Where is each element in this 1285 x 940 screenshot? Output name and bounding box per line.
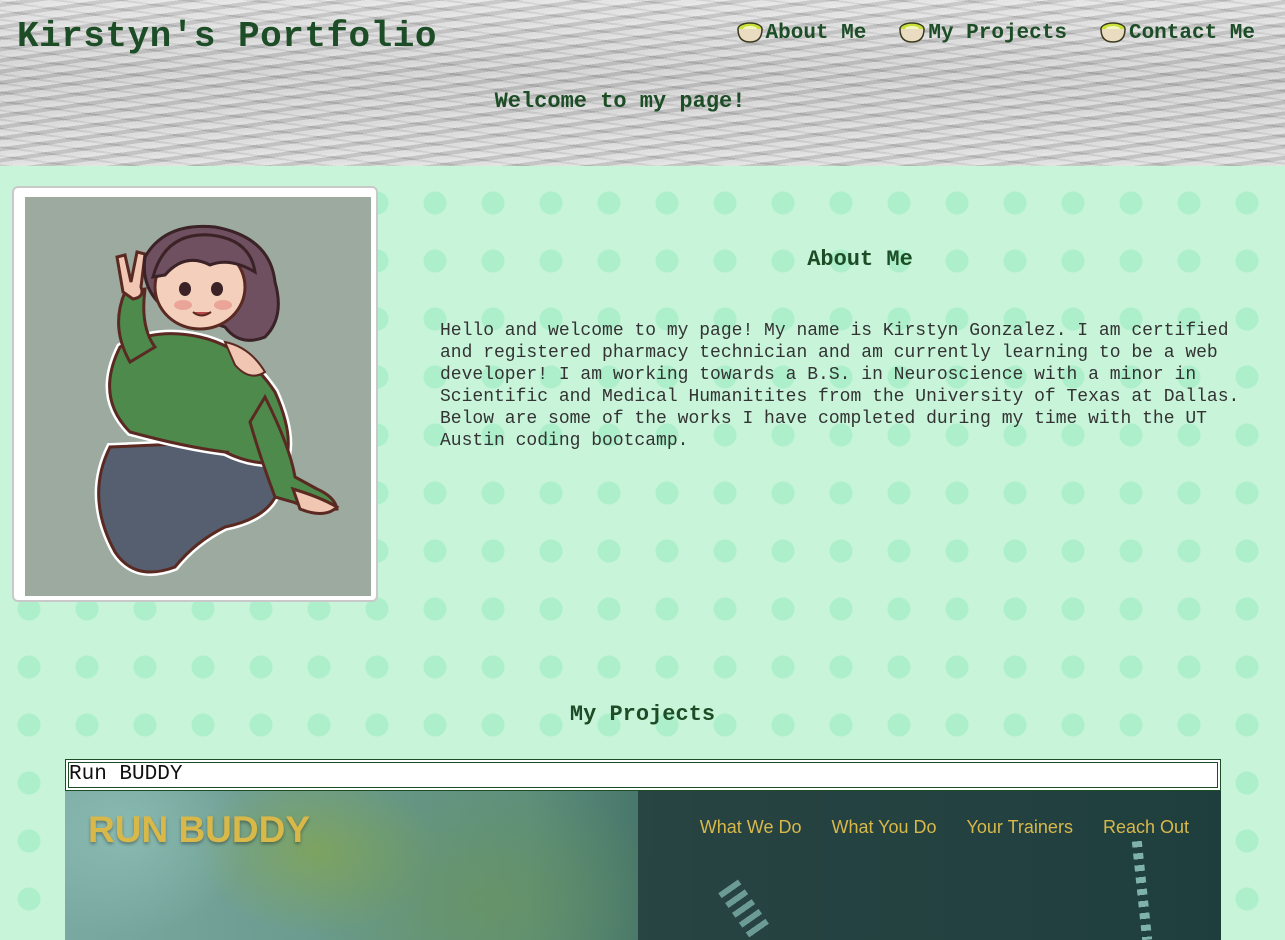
nav-label: Contact Me [1128,21,1255,45]
about-paragraph: Hello and welcome to my page! My name is… [440,321,1240,451]
project-screenshot-run-buddy[interactable]: RUN BUDDY What We Do What You Do Your Tr… [65,791,1221,940]
run-buddy-nav: What We Do What You Do Your Trainers Rea… [700,817,1189,838]
bowl-icon [736,22,763,43]
nav-contact-me[interactable]: Contact Me [1099,20,1255,46]
about-heading: About Me [807,247,913,272]
nav-about-me[interactable]: About Me [736,20,867,46]
run-buddy-nav-item: What We Do [699,817,802,837]
main-nav: About Me My Projects Contact Me [736,20,1255,46]
run-buddy-logo: RUN BUDDY [88,809,310,850]
nav-label: My Projects [928,21,1067,45]
profile-illustration [25,197,371,596]
nav-label: About Me [765,21,867,45]
run-buddy-nav-item: Your Trainers [966,817,1073,837]
page-header: Kirstyn's Portfolio About Me My Projects [0,0,1285,166]
run-buddy-nav-item: What You Do [831,817,937,837]
project-title-run-buddy[interactable]: Run BUDDY [65,759,1221,791]
welcome-message: Welcome to my page! [494,89,746,114]
profile-card [12,186,378,602]
run-buddy-nav-item: Reach Out [1102,817,1189,837]
site-title: Kirstyn's Portfolio [17,16,437,57]
bowl-icon [1100,22,1126,43]
bowl-icon [899,22,926,43]
nav-my-projects[interactable]: My Projects [898,20,1067,46]
projects-heading: My Projects [569,702,716,727]
character-illustration [94,224,340,576]
